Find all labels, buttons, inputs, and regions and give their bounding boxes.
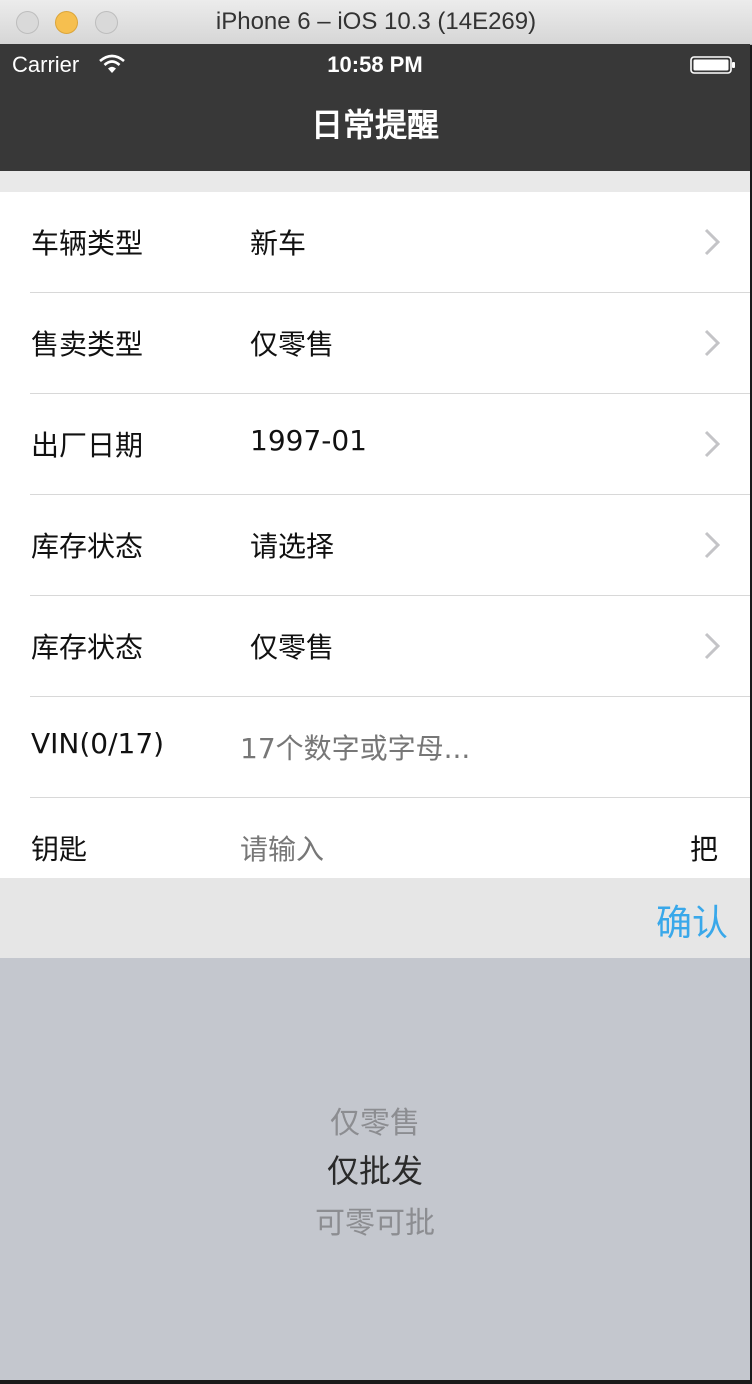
row-label: 售卖类型 [31,328,144,361]
row-value: 仅零售 [250,631,335,664]
chevron-right-icon [704,531,720,559]
picker-option[interactable]: 仅零售 [0,1098,750,1142]
window-title: iPhone 6 – iOS 10.3 (14E269) [215,8,537,35]
battery-icon [690,56,735,74]
picker-option[interactable]: 可零可批 [0,1198,750,1242]
row-value: 请选择 [250,530,335,563]
row-label: 库存状态 [31,530,144,563]
status-time: 10:58 PM [327,52,423,77]
row-value: 1997-01 [250,424,367,457]
chevron-right-icon [704,228,720,256]
chevron-right-icon [704,329,720,357]
row-label: 出厂日期 [31,429,144,462]
chevron-right-icon [704,632,720,660]
row-value: 仅零售 [250,328,335,361]
vehicle-type-row[interactable]: 车辆类型 新车 [0,192,750,293]
chevron-right-icon [704,430,720,458]
row-label: VIN(0/17) [31,727,165,760]
vin-row: VIN(0/17) 17个数字或字母... [0,697,750,798]
form-table: 车辆类型 新车 售卖类型 仅零售 出厂日期 1997-01 库存状态 请选择 库… [0,192,750,878]
window-title-bar: iPhone 6 – iOS 10.3 (14E269) [0,0,752,45]
unit-suffix: 把 [689,833,718,866]
picker-toolbar: 确认 [0,878,750,958]
key-count-input[interactable]: 请输入 [240,828,324,868]
row-label: 钥匙 [31,833,88,866]
confirm-button[interactable]: 确认 [656,894,728,946]
sale-type-row[interactable]: 售卖类型 仅零售 [0,293,750,394]
navigation-bar: Carrier 10:58 PM 日常提醒 [0,44,750,171]
row-label: 库存状态 [31,631,144,664]
stock-status-row[interactable]: 库存状态 请选择 [0,495,750,596]
row-value: 新车 [250,227,307,260]
row-label: 车辆类型 [31,227,144,260]
stock-status-row-2[interactable]: 库存状态 仅零售 [0,596,750,697]
manufacture-date-row[interactable]: 出厂日期 1997-01 [0,394,750,495]
page-title: 日常提醒 [310,106,439,144]
phone-screen: Carrier 10:58 PM 日常提醒 车辆类型 新车 售卖类型 仅零售 出 [0,44,750,1380]
picker-option-selected[interactable]: 仅批发 [0,1146,750,1192]
vin-input[interactable]: 17个数字或字母... [240,727,470,767]
option-picker[interactable]: 仅零售 仅批发 可零可批 [0,958,750,1380]
